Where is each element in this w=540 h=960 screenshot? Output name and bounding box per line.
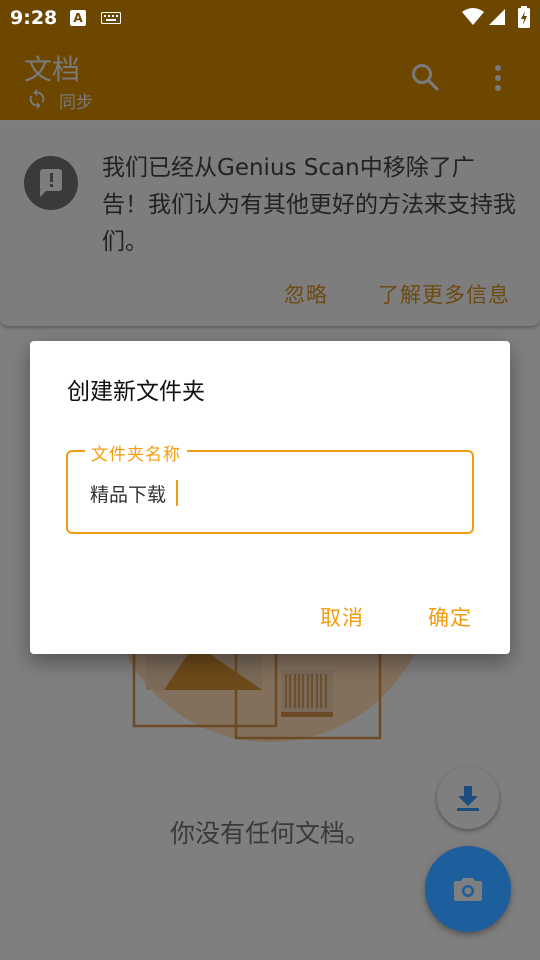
folder-name-field[interactable]: 文件夹名称 [66,440,474,534]
dialog-title: 创建新文件夹 [67,379,205,405]
signal-icon [489,9,505,25]
sync-icon [29,88,45,110]
create-folder-dialog: 创建新文件夹 文件夹名称 取消 确定 [30,341,510,654]
status-bar: 9:28 A [0,0,540,36]
folder-name-input[interactable] [90,479,450,507]
ad-removed-notice-card: 我们已经从Genius Scan中移除了广告！我们认为有其他更好的方法来支持我们… [0,122,540,326]
status-time: 9:28 [10,7,58,29]
folder-name-label: 文件夹名称 [85,440,187,465]
ignore-button[interactable]: 忽略 [284,279,328,309]
confirm-button[interactable]: 确定 [428,602,472,632]
sync-label: 同步 [59,93,93,113]
notice-text: 我们已经从Genius Scan中移除了广告！我们认为有其他更好的方法来支持我们… [102,155,516,255]
page-title: 文档 [24,53,81,86]
download-icon [457,786,479,811]
accessibility-indicator-icon: A [70,10,86,26]
keyboard-icon [101,12,121,24]
text-cursor [176,480,178,506]
more-options-icon[interactable] [494,64,502,92]
import-button[interactable] [437,767,499,829]
search-icon[interactable] [410,62,440,92]
wifi-icon [462,8,484,25]
app-bar: 文档 同步 [0,36,540,120]
feedback-icon [24,156,78,210]
battery-charging-icon [518,6,530,28]
camera-icon [454,878,482,901]
scan-camera-button[interactable] [425,846,511,932]
learn-more-button[interactable]: 了解更多信息 [378,279,510,309]
cancel-button[interactable]: 取消 [320,602,364,632]
